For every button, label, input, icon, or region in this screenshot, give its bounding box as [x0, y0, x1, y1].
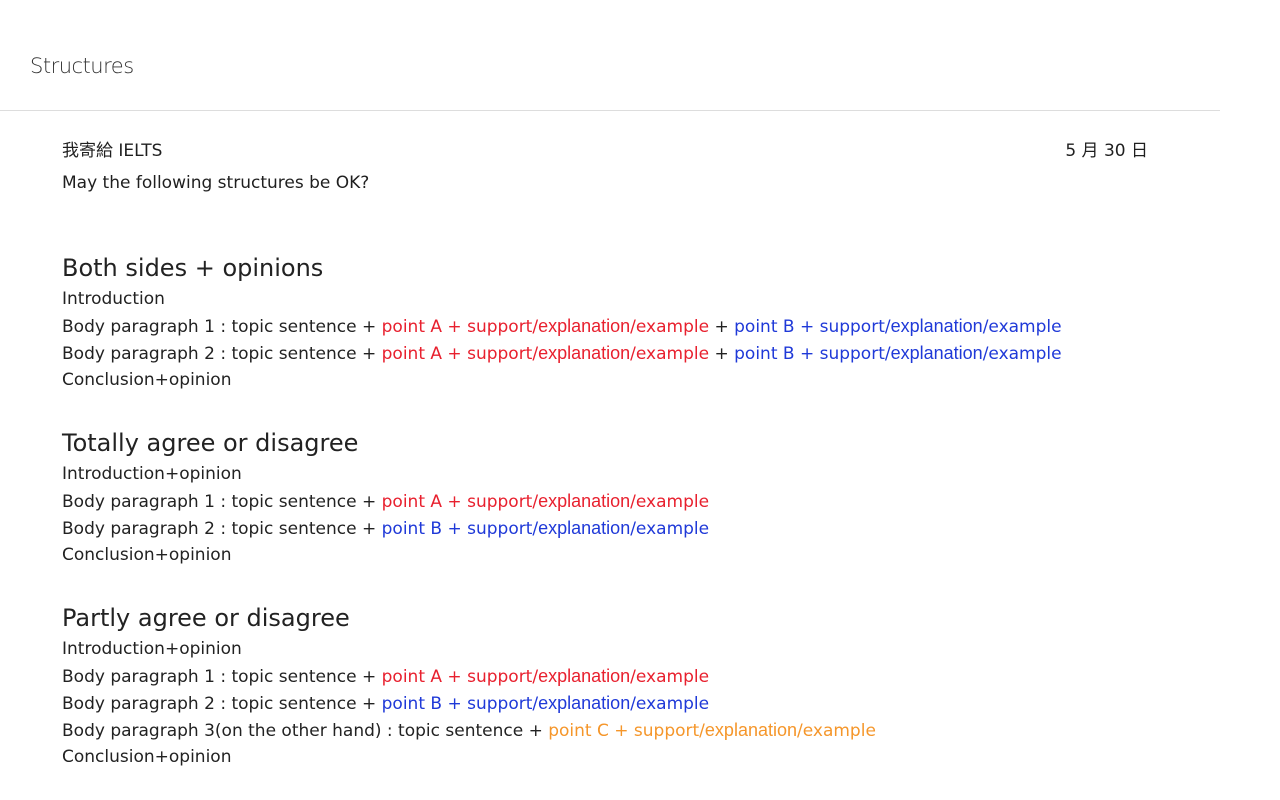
point-b-emph: explanation — [890, 343, 983, 363]
message-meta: 我寄給 IELTS 5 月 30 日 — [62, 136, 1148, 161]
point-b-text: point B + support/ — [734, 317, 891, 337]
conclusion-line: Conclusion+opinion — [62, 545, 232, 565]
point-a-emph: explanation — [538, 491, 631, 511]
message-card[interactable]: 我寄給 IELTS 5 月 30 日 May the following str… — [62, 136, 1148, 771]
line-prefix: Body paragraph 1 : topic sentence + — [62, 492, 382, 512]
point-b-emph: explanation — [538, 518, 631, 538]
line-prefix: Body paragraph 3(on the other hand) : to… — [62, 721, 549, 741]
body-paragraph-1: Body paragraph 1 : topic sentence + poin… — [62, 488, 1148, 515]
section-title: Totally agree or disagree — [62, 429, 359, 457]
message-date: 5 月 30 日 — [1065, 141, 1148, 161]
joiner: + — [709, 344, 735, 364]
point-a-text: point A + support/ — [381, 667, 539, 687]
body-paragraph-1: Body paragraph 1 : topic sentence + poin… — [62, 663, 1148, 690]
body-paragraph-3: Body paragraph 3(on the other hand) : to… — [62, 717, 1148, 744]
thread-header: Structures — [0, 0, 1220, 111]
point-a-tail: /example — [630, 317, 710, 337]
section-title: Both sides + opinions — [62, 254, 324, 282]
point-c-emph: explanation — [704, 720, 797, 740]
line-prefix: Body paragraph 2 : topic sentence + — [62, 694, 382, 714]
point-b-emph: explanation — [890, 316, 983, 336]
conclusion-line: Conclusion+opinion — [62, 370, 232, 390]
conclusion-line: Conclusion+opinion — [62, 747, 232, 767]
point-a-tail: /example — [630, 344, 710, 364]
point-a-text: point A + support/ — [381, 317, 539, 337]
line-prefix: Body paragraph 2 : topic sentence + — [62, 519, 382, 539]
body-paragraph-2: Body paragraph 2 : topic sentence + poin… — [62, 340, 1148, 367]
point-a-emph: explanation — [538, 316, 631, 336]
point-b-text: point B + support/ — [381, 519, 539, 539]
point-a-emph: explanation — [538, 666, 631, 686]
point-a-tail: /example — [630, 492, 710, 512]
point-b-text: point B + support/ — [381, 694, 539, 714]
line-prefix: Body paragraph 1 : topic sentence + — [62, 317, 382, 337]
intro-line: Introduction — [62, 289, 165, 309]
thread-subject: Structures — [30, 54, 134, 78]
point-a-text: point A + support/ — [381, 492, 539, 512]
intro-line: Introduction+opinion — [62, 639, 242, 659]
body-paragraph-2: Body paragraph 2 : topic sentence + poin… — [62, 515, 1148, 542]
point-b-text: point B + support/ — [734, 344, 891, 364]
point-b-tail: /example — [630, 519, 710, 539]
point-a-emph: explanation — [538, 343, 631, 363]
point-c-text: point C + support/ — [548, 721, 705, 741]
sender-line[interactable]: 我寄給 IELTS — [62, 136, 162, 161]
section-title: Partly agree or disagree — [62, 604, 350, 632]
line-prefix: Body paragraph 1 : topic sentence + — [62, 667, 382, 687]
point-a-text: point A + support/ — [381, 344, 539, 364]
body-paragraph-1: Body paragraph 1 : topic sentence + poin… — [62, 313, 1148, 340]
joiner: + — [709, 317, 735, 337]
point-b-tail: /example — [630, 694, 710, 714]
body-paragraph-2: Body paragraph 2 : topic sentence + poin… — [62, 690, 1148, 717]
section-totally-agree: Totally agree or disagree Introduction+o… — [62, 428, 1148, 569]
section-partly-agree: Partly agree or disagree Introduction+op… — [62, 603, 1148, 771]
point-b-tail: /example — [982, 317, 1062, 337]
message-intro: May the following structures be OK? — [62, 173, 370, 193]
line-prefix: Body paragraph 2 : topic sentence + — [62, 344, 382, 364]
point-b-emph: explanation — [538, 693, 631, 713]
section-both-sides: Both sides + opinions Introduction Body … — [62, 253, 1148, 394]
point-a-tail: /example — [630, 667, 710, 687]
point-c-tail: /example — [797, 721, 876, 741]
intro-line: Introduction+opinion — [62, 464, 242, 484]
point-b-tail: /example — [982, 344, 1062, 364]
